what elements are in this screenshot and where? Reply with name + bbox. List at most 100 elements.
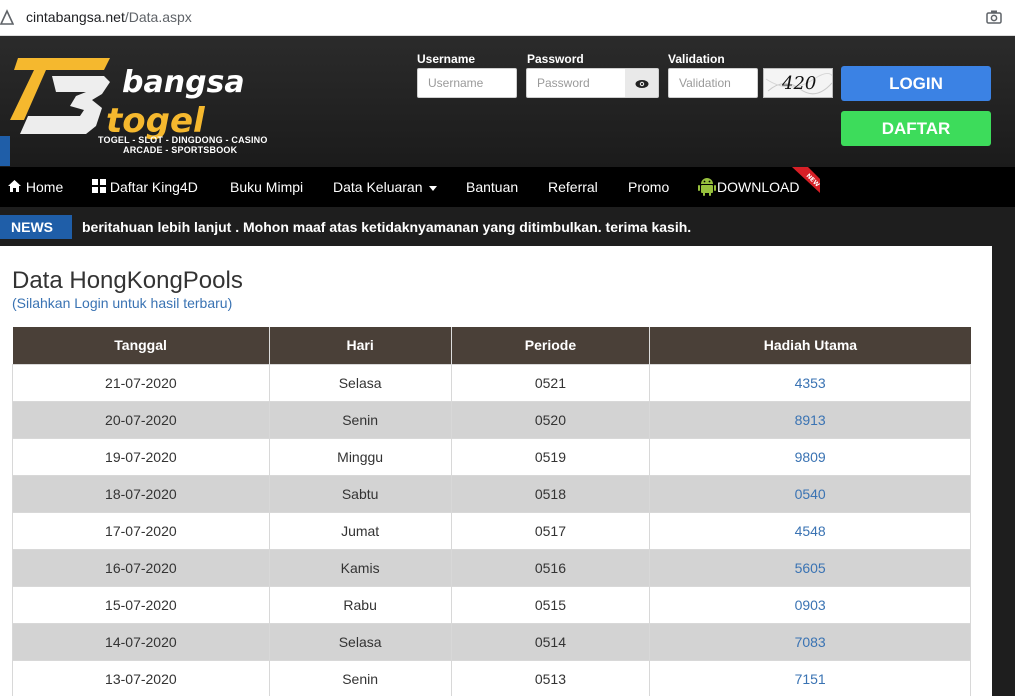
cell-hadiah[interactable]: 7151 (649, 659, 971, 696)
cell-hari: Selasa (268, 622, 452, 661)
cell-tanggal: 21-07-2020 (12, 363, 270, 402)
login-button[interactable]: LOGIN (841, 66, 991, 101)
table-row: 14-07-2020 Selasa 0514 7083 (12, 622, 971, 661)
nav-item-home[interactable]: Home (7, 167, 63, 207)
cell-tanggal: 17-07-2020 (12, 511, 270, 550)
cell-hadiah[interactable]: 0540 (649, 474, 971, 513)
cell-periode: 0514 (450, 622, 651, 661)
logo-tagline-2: ARCADE - SPORTSBOOK (123, 145, 238, 155)
cell-hari: Rabu (268, 585, 452, 624)
url-host: cintabangsa.net (26, 9, 125, 25)
cell-hari: Senin (268, 400, 452, 439)
cell-hadiah[interactable]: 8913 (649, 400, 971, 439)
login-hint-link[interactable]: (Silahkan Login untuk hasil terbaru) (12, 295, 232, 311)
validation-label: Validation (668, 52, 725, 66)
column-header-periode: Periode (451, 327, 651, 364)
home-icon (8, 180, 21, 192)
news-ticker-text: beritahuan lebih lanjut . Mohon maaf ata… (82, 219, 692, 235)
cell-hari: Selasa (268, 363, 452, 402)
table-row: 13-07-2020 Senin 0513 7151 (12, 659, 971, 696)
cell-hari: Jumat (268, 511, 452, 550)
captcha-text: 420 (782, 73, 817, 94)
cell-hari: Minggu (268, 437, 452, 476)
column-header-hadiah-utama: Hadiah Utama (649, 327, 971, 364)
cell-periode: 0515 (450, 585, 651, 624)
cell-tanggal: 19-07-2020 (12, 437, 270, 476)
table-row: 15-07-2020 Rabu 0515 0903 (12, 585, 971, 624)
side-tab[interactable] (0, 136, 10, 166)
logo-word-bangsa: bangsa (122, 65, 245, 100)
url-text[interactable]: cintabangsa.net/Data.aspx (26, 9, 192, 25)
caret-down-icon (428, 185, 437, 191)
column-header-tanggal: Tanggal (12, 327, 270, 364)
cell-hari: Kamis (268, 548, 452, 587)
nav-label-daftar-king4d: Daftar King4D (109, 179, 198, 195)
cell-periode: 0518 (450, 474, 651, 513)
results-table: Tanggal Hari Periode Hadiah Utama 21-07-… (12, 327, 971, 696)
show-password-button[interactable] (625, 68, 659, 98)
table-row: 16-07-2020 Kamis 0516 5605 (12, 548, 971, 587)
nav-label-referral: Referral (548, 179, 598, 195)
cell-tanggal: 15-07-2020 (12, 585, 270, 624)
password-label: Password (527, 52, 584, 66)
column-header-hari: Hari (269, 327, 452, 364)
new-badge: NEW (792, 167, 820, 193)
nav-label-data-keluaran: Data Keluaran (333, 179, 423, 195)
nav-label-buku-mimpi: Buku Mimpi (230, 179, 304, 195)
cell-tanggal: 14-07-2020 (12, 622, 270, 661)
site-header: bangsa togel TOGEL - SLOT - DINGDONG - C… (0, 36, 1015, 167)
table-row: 21-07-2020 Selasa 0521 4353 (12, 363, 971, 402)
nav-item-referral[interactable]: Referral (548, 167, 598, 207)
nav-label-promo: Promo (628, 179, 670, 195)
page-title: Data HongKongPools (12, 267, 243, 294)
table-row: 17-07-2020 Jumat 0517 4548 (12, 511, 971, 550)
cell-periode: 0517 (450, 511, 651, 550)
cell-hadiah[interactable]: 5605 (649, 548, 971, 587)
nav-item-promo[interactable]: Promo (628, 167, 669, 207)
nav-label-bantuan: Bantuan (466, 179, 519, 195)
cell-periode: 0521 (450, 363, 651, 402)
table-header-row: Tanggal Hari Periode Hadiah Utama (12, 327, 971, 364)
captcha-image: 420 (763, 68, 833, 98)
camera-icon[interactable] (985, 8, 1003, 26)
grid-icon (92, 179, 106, 193)
table-row: 19-07-2020 Minggu 0519 9809 (12, 437, 971, 476)
nav-item-bantuan[interactable]: Bantuan (466, 167, 518, 207)
table-row: 18-07-2020 Sabtu 0518 0540 (12, 474, 971, 513)
daftar-button[interactable]: DAFTAR (841, 111, 991, 146)
cell-tanggal: 20-07-2020 (12, 400, 270, 439)
nav-label-home: Home (25, 179, 64, 195)
username-label: Username (417, 52, 476, 66)
validation-input[interactable] (668, 68, 758, 98)
android-icon (698, 178, 716, 196)
news-bar: NEWS beritahuan lebih lanjut . Mohon maa… (0, 207, 1015, 246)
cell-hadiah[interactable]: 4548 (649, 511, 971, 550)
password-input[interactable] (526, 68, 626, 98)
cell-hadiah[interactable]: 9809 (649, 437, 971, 476)
main-content: Data HongKongPools (Silahkan Login untuk… (0, 246, 992, 696)
cell-tanggal: 16-07-2020 (12, 548, 270, 587)
news-tag: NEWS (0, 215, 72, 239)
cell-hari: Senin (268, 659, 452, 696)
cell-periode: 0513 (450, 659, 651, 696)
cell-tanggal: 13-07-2020 (12, 659, 270, 696)
nav-item-daftar-king4d[interactable]: Daftar King4D (92, 167, 198, 207)
cell-hadiah[interactable]: 7083 (649, 622, 971, 661)
nav-item-download[interactable]: DOWNLOAD (697, 167, 799, 207)
cell-periode: 0516 (450, 548, 651, 587)
cell-periode: 0519 (450, 437, 651, 476)
nav-item-buku-mimpi[interactable]: Buku Mimpi (230, 167, 303, 207)
url-path: /Data.aspx (124, 9, 192, 25)
eye-icon (635, 80, 649, 88)
cell-tanggal: 18-07-2020 (12, 474, 270, 513)
address-bar[interactable]: cintabangsa.net/Data.aspx (0, 0, 1015, 36)
logo-tagline-1: TOGEL - SLOT - DINGDONG - CASINO (98, 135, 268, 145)
nav-item-data-keluaran[interactable]: Data Keluaran (333, 167, 437, 207)
cell-hadiah[interactable]: 0903 (649, 585, 971, 624)
username-input[interactable] (417, 68, 517, 98)
table-row: 20-07-2020 Senin 0520 8913 (12, 400, 971, 439)
cell-hari: Sabtu (268, 474, 452, 513)
cell-hadiah[interactable]: 4353 (649, 363, 971, 402)
main-nav: Home Daftar King4D Buku Mimpi Data Kelua… (0, 167, 1015, 207)
warning-icon[interactable] (0, 9, 14, 25)
